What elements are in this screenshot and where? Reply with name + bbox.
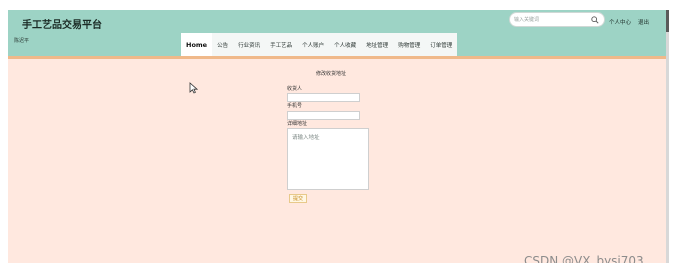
- welcome-user: 陈迟平: [14, 38, 30, 44]
- phone-label: 手机号: [287, 103, 303, 109]
- receiver-label: 收货人: [287, 86, 303, 92]
- main-nav: Home 公告 行业资讯 手工艺品 个人账户 个人收藏 地址管理 购物管理 订单…: [181, 33, 458, 57]
- nav-favorites[interactable]: 个人收藏: [329, 33, 361, 57]
- nav-address-management[interactable]: 地址管理: [361, 33, 393, 57]
- search-box: [509, 12, 605, 27]
- submit-button[interactable]: 提交: [289, 194, 307, 203]
- user-center-link[interactable]: 个人中心: [609, 18, 631, 26]
- nav-industry-news[interactable]: 行业资讯: [233, 33, 265, 57]
- watermark: CSDN @VX_bysj703: [524, 254, 644, 263]
- scrollbar-thumb[interactable]: [666, 10, 669, 32]
- nav-shopping-management[interactable]: 购物管理: [393, 33, 425, 57]
- scrollbar[interactable]: [666, 10, 669, 263]
- logout-link[interactable]: 退出: [638, 18, 649, 26]
- accent-bar: [8, 56, 666, 59]
- app-window: 手工艺品交易平台 陈迟平 个人中心 退出 Home 公告 行业资讯 手工艺品 个…: [8, 10, 666, 263]
- address-textarea[interactable]: [287, 128, 369, 190]
- search-icon[interactable]: [591, 16, 599, 24]
- nav-personal-account[interactable]: 个人账户: [297, 33, 329, 57]
- nav-announcements[interactable]: 公告: [212, 33, 233, 57]
- search-input[interactable]: [514, 14, 588, 25]
- receiver-input[interactable]: [287, 93, 360, 102]
- phone-input[interactable]: [287, 111, 360, 120]
- header: 手工艺品交易平台 陈迟平 个人中心 退出 Home 公告 行业资讯 手工艺品 个…: [8, 10, 666, 57]
- nav-home[interactable]: Home: [181, 33, 213, 57]
- mouse-pointer-icon: [189, 82, 198, 94]
- form-title: 修改收货地址: [316, 71, 347, 77]
- nav-order-management[interactable]: 订单管理: [425, 33, 457, 57]
- site-title: 手工艺品交易平台: [22, 20, 102, 31]
- address-label: 详细地址: [287, 121, 308, 127]
- nav-handicrafts[interactable]: 手工艺品: [265, 33, 297, 57]
